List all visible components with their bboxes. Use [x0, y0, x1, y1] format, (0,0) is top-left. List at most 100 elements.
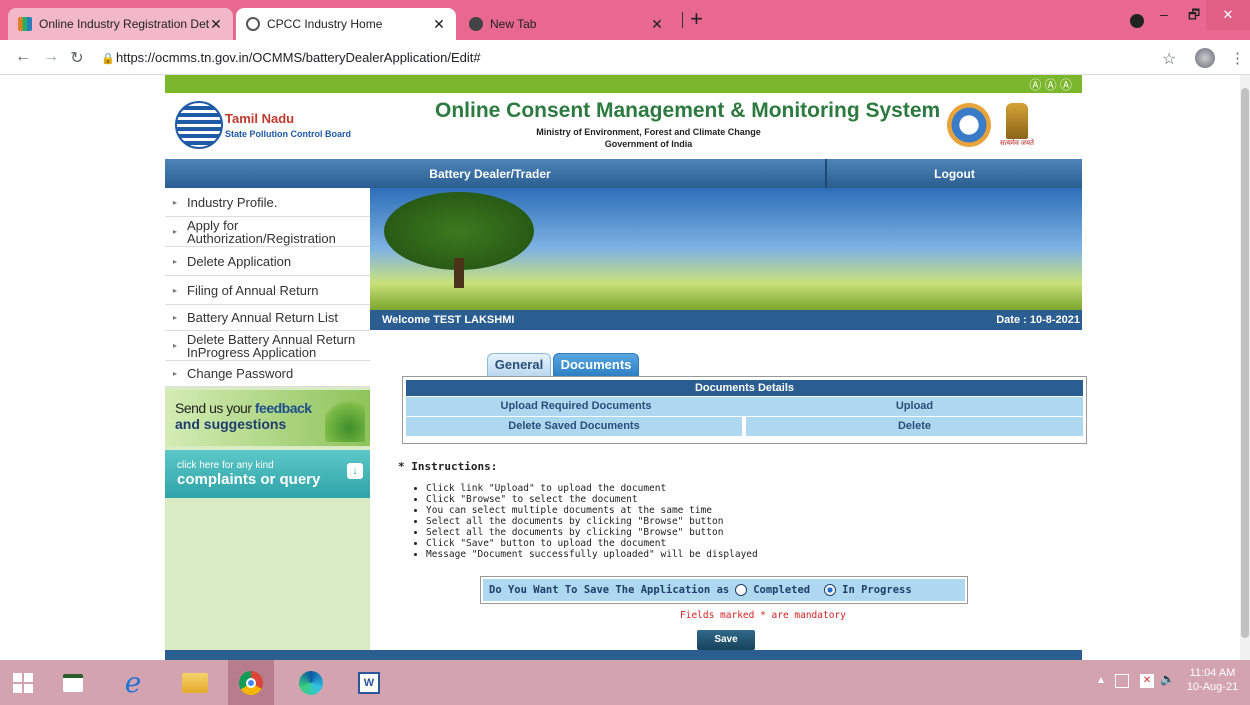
- instruction-item: Select all the documents by clicking "Br…: [426, 516, 846, 527]
- browser-tab[interactable]: Online Industry Registration Deta ✕: [8, 8, 233, 40]
- logout-link[interactable]: Logout: [827, 167, 1082, 181]
- instruction-item: Message "Document successfully uploaded"…: [426, 549, 846, 560]
- tab-close-icon[interactable]: ✕: [209, 16, 223, 33]
- instructions-list: Click link "Upload" to upload the docume…: [426, 483, 846, 560]
- store-icon[interactable]: [50, 660, 96, 705]
- feedback-banner[interactable]: Send us your feedback and suggestions: [165, 390, 370, 446]
- save-as-panel: Do You Want To Save The Application as C…: [480, 576, 968, 604]
- table-row: Delete Saved Documents Delete: [406, 417, 1083, 436]
- tab-documents[interactable]: Documents: [553, 353, 639, 377]
- welcome-text: Welcome TEST LAKSHMI: [382, 314, 515, 326]
- tab-general[interactable]: General: [487, 353, 551, 377]
- chevron-right-icon: ▸: [173, 197, 178, 207]
- sidebar-item-battery-return-list[interactable]: ▸ Battery Annual Return List: [165, 305, 370, 331]
- windows-start-icon[interactable]: [0, 660, 46, 705]
- section-title: Battery Dealer/Trader: [429, 167, 551, 181]
- back-icon[interactable]: ←: [12, 48, 34, 66]
- account-avatar[interactable]: [1195, 48, 1215, 68]
- network-icon[interactable]: [1115, 674, 1129, 688]
- national-emblem-icon: सत्यमेव जयते: [995, 103, 1039, 153]
- font-size-controls[interactable]: Ⓐ Ⓐ Ⓐ: [1029, 76, 1072, 93]
- new-tab-button[interactable]: +: [690, 6, 703, 32]
- instruction-item: You can select multiple documents at the…: [426, 505, 846, 516]
- delete-link[interactable]: Delete: [746, 417, 1083, 436]
- menu-kebab-icon[interactable]: ⋮: [1230, 49, 1245, 67]
- radio-completed[interactable]: [735, 584, 748, 596]
- chevron-right-icon: ▸: [173, 256, 178, 266]
- tab-close-icon[interactable]: ✕: [432, 16, 446, 33]
- top-nav-bar: Battery Dealer/Trader Logout: [165, 159, 1082, 188]
- save-button[interactable]: Save: [697, 630, 755, 650]
- sidebar-item-change-password[interactable]: ▸ Change Password: [165, 361, 370, 387]
- radio-in-progress[interactable]: [824, 584, 837, 596]
- minimize-button[interactable]: –: [1160, 6, 1168, 22]
- browser-tab-active[interactable]: CPCC Industry Home ✕: [236, 8, 456, 40]
- welcome-bar: Welcome TEST LAKSHMI Date : 10-8-2021: [370, 310, 1082, 330]
- lock-icon[interactable]: 🔒: [101, 52, 115, 65]
- clock-time: 11:04 AM: [1189, 667, 1236, 679]
- sidebar-item-apply[interactable]: ▸ Apply for Authorization/Registration: [165, 217, 370, 247]
- radio-completed-label: Completed: [753, 584, 811, 596]
- notification-flag-icon[interactable]: ✕: [1140, 674, 1154, 688]
- chevron-right-icon: ▸: [173, 341, 178, 350]
- mandatory-note: Fields marked * are mandatory: [680, 610, 846, 621]
- windows-taskbar: e W ▲ ✕ 🔈 11:04 AM 10-Aug-21: [0, 660, 1250, 705]
- instruction-item: Select all the documents by clicking "Br…: [426, 527, 846, 538]
- reload-icon[interactable]: ↻: [66, 48, 88, 68]
- delete-docs-label: Delete Saved Documents: [406, 417, 742, 436]
- tab-title: Online Industry Registration Deta: [39, 17, 209, 31]
- word-icon[interactable]: W: [346, 660, 392, 705]
- documents-panel: Documents Details Upload Required Docume…: [402, 376, 1087, 444]
- tab-title: CPCC Industry Home: [267, 17, 383, 31]
- profile-icon[interactable]: [1130, 14, 1144, 28]
- tray-chevron-icon[interactable]: ▲: [1096, 675, 1106, 686]
- url-field[interactable]: https://ocmms.tn.gov.in/OCMMS/batteryDea…: [116, 50, 481, 65]
- close-window-button[interactable]: ✕: [1206, 0, 1250, 30]
- complaints-banner[interactable]: click here for any kind complaints or qu…: [165, 450, 370, 498]
- ministry-emblem-icon: [947, 103, 991, 147]
- save-as-question: Do You Want To Save The Application as: [489, 584, 730, 596]
- address-bar: ← → ↻ 🔒 https://ocmms.tn.gov.in/OCMMS/ba…: [0, 40, 1250, 75]
- site-header: Tamil Nadu State Pollution Control Board…: [165, 93, 1082, 159]
- file-explorer-icon[interactable]: [172, 660, 218, 705]
- internet-explorer-icon[interactable]: e: [110, 660, 156, 705]
- tab-title: New Tab: [490, 17, 537, 31]
- upload-link[interactable]: Upload: [746, 397, 1083, 416]
- chevron-right-icon: ▸: [173, 227, 178, 236]
- edge-icon[interactable]: [288, 660, 334, 705]
- clock-date: 10-Aug-21: [1186, 681, 1239, 693]
- bookmark-star-icon[interactable]: ☆: [1162, 49, 1176, 69]
- chrome-taskbar-icon[interactable]: [228, 660, 274, 705]
- instruction-item: Click "Save" button to upload the docume…: [426, 538, 846, 549]
- tree-banner: [370, 188, 1082, 310]
- page-footer: [165, 650, 1082, 660]
- ministry-text: Ministry of Environment, Forest and Clim…: [536, 127, 761, 137]
- browser-tab[interactable]: New Tab ✕: [459, 8, 674, 40]
- radio-in-progress-label: In Progress: [842, 584, 912, 596]
- chevron-right-icon: ▸: [173, 369, 178, 378]
- globe-icon: [246, 17, 260, 31]
- tab-close-icon[interactable]: ✕: [650, 16, 664, 33]
- sidebar-item-industry-profile[interactable]: ▸ Industry Profile.: [165, 188, 370, 217]
- instruction-item: Click link "Upload" to upload the docume…: [426, 483, 846, 494]
- restore-button[interactable]: 🗗: [1188, 6, 1200, 28]
- sidebar-item-delete-application[interactable]: ▸ Delete Application: [165, 247, 370, 276]
- tnpcb-logo-icon: [175, 101, 223, 149]
- web-page: Ⓐ Ⓐ Ⓐ Tamil Nadu State Pollution Control…: [0, 75, 1240, 660]
- clock[interactable]: 11:04 AM 10-Aug-21: [1180, 666, 1245, 694]
- scrollbar-thumb[interactable]: [1241, 88, 1249, 638]
- tree-trunk-icon: [454, 258, 464, 288]
- chrome-icon: [469, 17, 483, 31]
- government-text: Government of India: [604, 139, 693, 149]
- instructions-title: * Instructions:: [398, 460, 498, 473]
- volume-icon[interactable]: 🔈: [1160, 672, 1175, 686]
- sidebar-item-delete-battery-return[interactable]: ▸ Delete Battery Annual Return InProgress…: [165, 331, 370, 361]
- complaints-big-text: complaints or query: [177, 471, 321, 488]
- chevron-right-icon: ▸: [173, 313, 178, 322]
- upload-docs-label: Upload Required Documents: [500, 400, 652, 412]
- table-row: Upload Required Documents Upload: [406, 397, 1083, 416]
- forward-icon[interactable]: →: [40, 48, 62, 66]
- date-text: Date : 10-8-2021: [996, 314, 1080, 326]
- sidebar-item-annual-return[interactable]: ▸ Filing of Annual Return: [165, 276, 370, 305]
- complaints-small-text: click here for any kind: [177, 460, 274, 471]
